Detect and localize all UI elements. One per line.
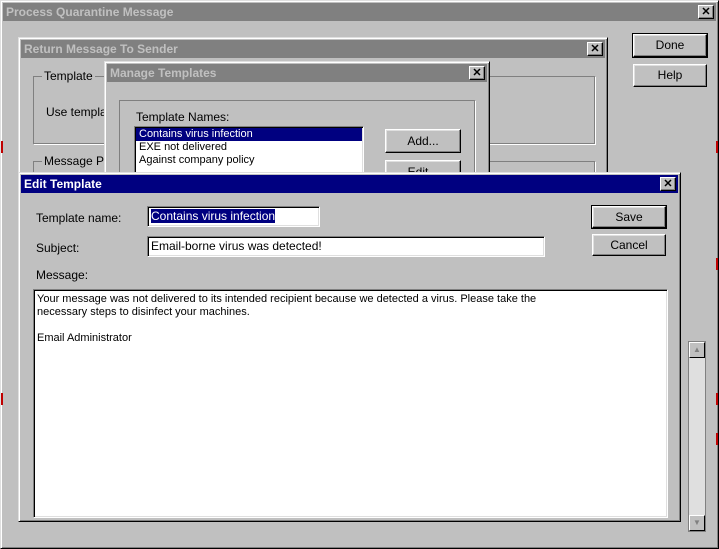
subject-input[interactable]: Email-borne virus was detected! [147,236,545,257]
template-name-value: Contains virus infection [151,209,276,223]
message-line: Email Administrator [37,332,132,344]
process-quarantine-title: Process Quarantine Message [6,5,174,19]
message-textarea[interactable]: Your message was not delivered to its in… [33,289,668,518]
red-edge-marker [716,393,718,405]
edit-template-titlebar[interactable]: Edit Template ✕ [21,175,678,193]
scroll-down-button[interactable]: ▼ [689,515,705,531]
template-name-input[interactable]: Contains virus infection [147,206,320,227]
edit-template-title: Edit Template [24,177,102,191]
red-edge-marker [716,141,718,153]
list-item[interactable]: EXE not delivered [136,141,362,154]
list-item[interactable]: Against company policy [136,154,362,167]
process-quarantine-close-button[interactable]: ✕ [698,5,714,19]
subject-value: Email-borne virus was detected! [151,239,322,253]
manage-templates-titlebar[interactable]: Manage Templates ✕ [107,64,487,82]
process-quarantine-titlebar[interactable]: Process Quarantine Message ✕ [3,3,716,21]
return-message-titlebar[interactable]: Return Message To Sender ✕ [21,40,605,58]
message-label: Message: [36,268,89,282]
return-message-title: Return Message To Sender [24,42,178,56]
manage-templates-title: Manage Templates [110,66,217,80]
save-button[interactable]: Save [591,205,667,229]
red-edge-marker [716,433,718,445]
return-message-close-button[interactable]: ✕ [587,42,603,56]
message-line [37,319,664,332]
message-line: Your message was not delivered to its in… [37,293,537,305]
background-list-scrollbar[interactable]: ▲ ▼ [688,341,706,532]
list-item[interactable]: Contains virus infection [136,128,362,141]
help-button[interactable]: Help [633,64,707,87]
red-edge-marker [1,141,3,153]
add-template-button[interactable]: Add... [385,129,461,153]
subject-label: Subject: [36,241,80,255]
edit-template-dialog: Edit Template ✕ Template name: Contains … [18,172,681,522]
scroll-up-button[interactable]: ▲ [689,342,705,358]
done-button[interactable]: Done [632,33,708,58]
red-edge-marker [716,258,718,270]
cancel-button[interactable]: Cancel [592,234,666,256]
red-edge-marker [1,393,3,405]
manage-templates-close-button[interactable]: ✕ [469,66,485,80]
template-names-label: Template Names: [136,110,230,124]
template-name-label: Template name: [36,211,122,225]
template-group-label: Template [42,69,95,83]
edit-template-close-button[interactable]: ✕ [660,177,676,191]
message-line: necessary steps to disinfect your machin… [37,306,250,318]
